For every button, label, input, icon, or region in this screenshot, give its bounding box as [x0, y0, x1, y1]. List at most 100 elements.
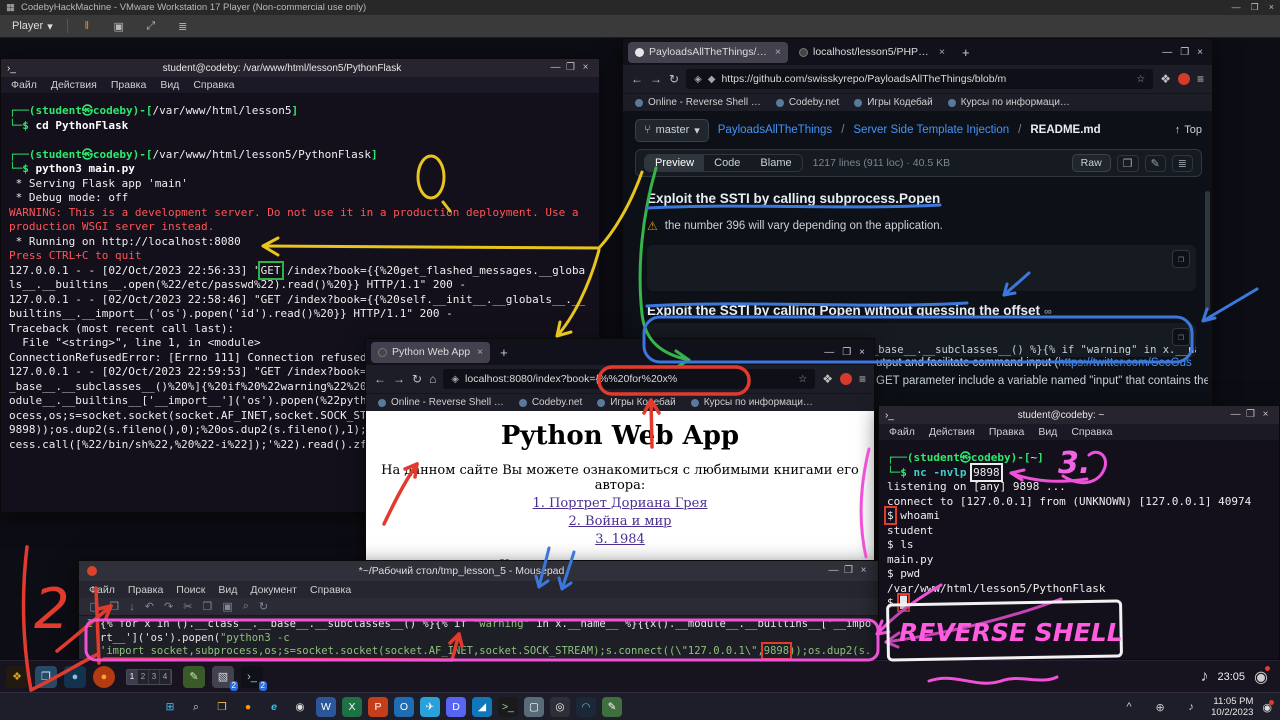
- bookmark-3[interactable]: Курсы по информаци…: [948, 97, 1070, 108]
- tab-preview[interactable]: Preview: [645, 155, 704, 171]
- tab-localhost-phptwig[interactable]: localhost/lesson5/PHPTwigI ×: [792, 42, 952, 63]
- outline-icon[interactable]: ≣: [1172, 155, 1193, 172]
- vscode-icon[interactable]: ◢: [472, 697, 492, 717]
- tab-python-web-app[interactable]: Python Web App ×: [371, 342, 490, 363]
- workspace-2[interactable]: 3: [149, 670, 160, 684]
- menu-item-2[interactable]: Поиск: [176, 584, 205, 596]
- file-explorer-icon[interactable]: ❒: [212, 697, 232, 717]
- bookmark-3[interactable]: Курсы по информаци…: [691, 397, 813, 408]
- mousepad-icon[interactable]: ✎: [183, 666, 205, 688]
- forward-icon[interactable]: →: [393, 372, 405, 386]
- word-icon[interactable]: W: [316, 697, 336, 717]
- bookmark-1[interactable]: Codeby.net: [519, 397, 582, 408]
- terminal-output[interactable]: ┌──(student㉿codeby)-[~]└─$ nc -nvlp 9898…: [879, 441, 1279, 659]
- volume-icon[interactable]: ♪: [1201, 668, 1209, 686]
- toolbar-icon-6[interactable]: ❐: [202, 600, 212, 613]
- toolbar-icon-2[interactable]: ↓: [129, 601, 135, 613]
- firefox-icon[interactable]: ●: [93, 666, 115, 688]
- terminal-titlebar[interactable]: ›_ student@codeby: /var/www/html/lesson5…: [1, 59, 599, 77]
- menu-item-1[interactable]: Действия: [929, 426, 975, 438]
- tab-close-icon[interactable]: ×: [477, 346, 483, 358]
- browser-icon[interactable]: ●: [64, 666, 86, 688]
- network-icon[interactable]: ⊕: [1149, 696, 1171, 718]
- bookmark-star-icon[interactable]: ☆: [798, 374, 807, 385]
- workspace-1[interactable]: 2: [138, 670, 149, 684]
- menu-icon[interactable]: ≡: [1197, 72, 1204, 86]
- menu-item-2[interactable]: Правка: [111, 79, 146, 91]
- notepad-icon[interactable]: ✎: [602, 697, 622, 717]
- minimize-button[interactable]: —: [1162, 47, 1172, 58]
- bookmark-2[interactable]: Игры Кодебай: [854, 97, 932, 108]
- extensions-icon[interactable]: ❖: [822, 372, 833, 386]
- book-link-0[interactable]: 1. Портрет Дориана Грея: [366, 496, 874, 511]
- new-tab-button[interactable]: +: [956, 45, 976, 60]
- menu-item-4[interactable]: Справка: [193, 79, 234, 91]
- menu-item-0[interactable]: Файл: [889, 426, 915, 438]
- maximize-button[interactable]: ❐: [1243, 408, 1258, 422]
- back-icon[interactable]: ←: [374, 372, 386, 386]
- discord-icon[interactable]: D: [446, 697, 466, 717]
- bookmark-2[interactable]: Игры Кодебай: [597, 397, 675, 408]
- edge-icon[interactable]: e: [264, 697, 284, 717]
- notifications-bell-icon[interactable]: ◉: [1262, 701, 1272, 714]
- terminal-windows-icon[interactable]: ›_2: [241, 666, 263, 688]
- outlook-icon[interactable]: O: [394, 697, 414, 717]
- minimize-button[interactable]: —: [1228, 408, 1243, 422]
- volume-icon[interactable]: ♪: [1180, 696, 1202, 718]
- powerpoint-icon[interactable]: P: [368, 697, 388, 717]
- reload-icon[interactable]: ↻: [412, 372, 422, 386]
- telegram-icon[interactable]: ✈: [420, 697, 440, 717]
- new-tab-button[interactable]: +: [494, 345, 514, 360]
- toolbar-icon-3[interactable]: ↶: [145, 600, 154, 613]
- terminal-titlebar[interactable]: ›_ student@codeby: ~ — ❐ ×: [879, 406, 1279, 424]
- terminal-icon[interactable]: >_: [498, 697, 518, 717]
- toolbar-icon-5[interactable]: ✂: [183, 600, 192, 613]
- codeby-menu-icon[interactable]: ❖: [6, 666, 28, 688]
- edit-pencil-icon[interactable]: ✎: [1145, 155, 1166, 172]
- tab-close-icon[interactable]: ×: [939, 46, 945, 58]
- tab-code[interactable]: Code: [704, 155, 750, 171]
- mousepad-editor[interactable]: 1 {% for x in ().__class__.__base__.__su…: [79, 616, 879, 659]
- menu-item-1[interactable]: Действия: [51, 79, 97, 91]
- menu-item-2[interactable]: Правка: [989, 426, 1024, 438]
- breadcrumb-folder[interactable]: Server Side Template Injection: [853, 124, 1009, 136]
- host-clock[interactable]: 11:05 PM 10/2/2023: [1211, 696, 1253, 718]
- files-icon[interactable]: ❒: [35, 666, 57, 688]
- close-button[interactable]: ×: [1197, 47, 1203, 58]
- home-icon[interactable]: ⌂: [429, 372, 436, 386]
- toolbar-icon-9[interactable]: ↻: [259, 600, 268, 613]
- toolbar-icon-7[interactable]: ▣: [222, 600, 232, 613]
- top-link[interactable]: ↑ Top: [1175, 124, 1202, 136]
- minimize-button[interactable]: —: [548, 61, 563, 75]
- close-button[interactable]: ×: [856, 564, 871, 578]
- steam-icon[interactable]: ◠: [576, 697, 596, 717]
- bookmark-0[interactable]: Online - Reverse Shell …: [378, 397, 504, 408]
- url-bar[interactable]: ◈ localhost:8080/index?book={%%20for%20x…: [443, 369, 815, 389]
- tray-chevron-icon[interactable]: ^: [1118, 696, 1140, 718]
- extensions-icon[interactable]: ❖: [1160, 72, 1171, 86]
- menu-item-3[interactable]: Вид: [160, 79, 179, 91]
- vm-clock[interactable]: 23:05: [1218, 671, 1246, 683]
- book-link-2[interactable]: 3. 1984: [366, 532, 874, 547]
- toolbar-icon-1[interactable]: ❒: [109, 600, 119, 613]
- vmware-icon[interactable]: ▢: [524, 697, 544, 717]
- tab-close-icon[interactable]: ×: [775, 46, 781, 58]
- toolbar-icon-8[interactable]: ⌕: [243, 600, 249, 613]
- search-icon[interactable]: ⌕: [186, 697, 206, 717]
- profile-avatar[interactable]: [1178, 73, 1190, 85]
- excel-icon[interactable]: X: [342, 697, 362, 717]
- toolbar-icon-0[interactable]: ▢: [89, 600, 99, 613]
- menu-item-0[interactable]: Файл: [89, 584, 115, 596]
- url-bar[interactable]: ◈ ◆ https://github.com/swisskyrepo/Paylo…: [686, 69, 1153, 89]
- back-icon[interactable]: ←: [631, 72, 643, 86]
- maximize-button[interactable]: ❐: [563, 61, 578, 75]
- obs-icon[interactable]: ◎: [550, 697, 570, 717]
- bookmark-1[interactable]: Codeby.net: [776, 97, 839, 108]
- close-button[interactable]: ×: [1258, 408, 1273, 422]
- payload-code-block-1[interactable]: ❐ {{''.__class__.mro()[1].__subclasses__…: [647, 245, 1196, 291]
- menu-item-3[interactable]: Вид: [218, 584, 237, 596]
- breadcrumb-repo[interactable]: PayloadsAllTheThings: [718, 124, 832, 136]
- shield-icon[interactable]: ◈: [451, 374, 459, 385]
- twitter-link[interactable]: https://twitter.com/SecGus: [1058, 357, 1192, 369]
- maximize-button[interactable]: ❐: [1251, 2, 1259, 13]
